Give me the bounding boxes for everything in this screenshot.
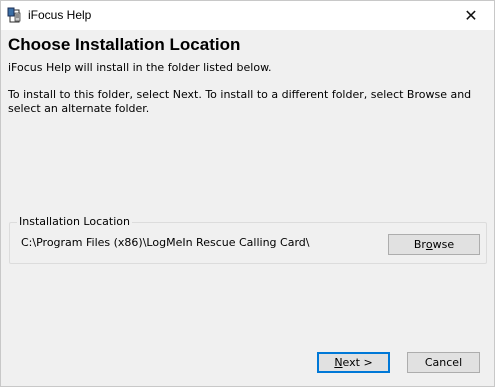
installer-window: iFocus Help ✕ Choose Installation Locati… — [0, 0, 495, 387]
group-label: Installation Location — [17, 215, 132, 228]
browse-label-post: wse — [432, 238, 455, 251]
instruction-text: To install to this folder, select Next. … — [8, 88, 472, 115]
close-icon: ✕ — [464, 6, 478, 25]
next-label-mnemonic: N — [334, 356, 343, 369]
app-icon — [7, 7, 21, 23]
browse-button[interactable]: Br o wse — [388, 234, 480, 255]
page-title: Choose Installation Location — [8, 35, 241, 54]
description-text: iFocus Help will install in the folder l… — [8, 61, 272, 74]
browse-label-pre: Br — [413, 238, 426, 251]
cancel-button[interactable]: Cancel — [407, 352, 480, 373]
window-title: iFocus Help — [28, 8, 92, 22]
browse-label-mnemonic: o — [425, 238, 433, 251]
title-bar[interactable]: iFocus Help ✕ — [1, 1, 494, 30]
next-label-post: ext > — [342, 356, 373, 369]
close-button[interactable]: ✕ — [448, 1, 494, 30]
install-path-text: C:\Program Files (x86)\LogMeIn Rescue Ca… — [21, 236, 310, 249]
cancel-label: Cancel — [424, 356, 463, 369]
next-button[interactable]: Next > — [317, 352, 390, 373]
